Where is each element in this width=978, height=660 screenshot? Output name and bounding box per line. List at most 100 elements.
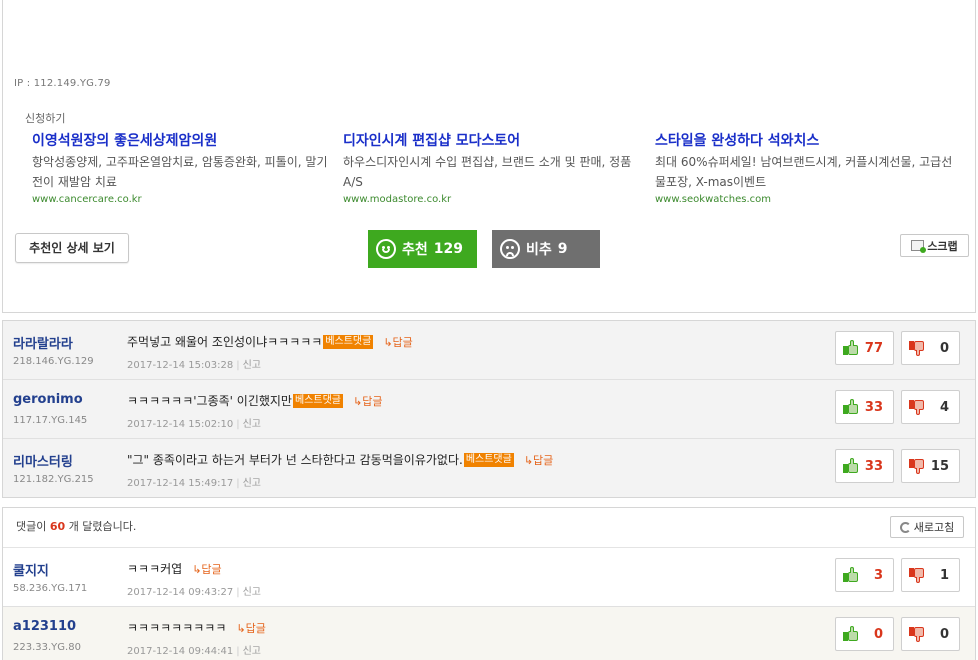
comment-meta: 2017-12-14 09:44:41 | 신고 — [127, 646, 261, 657]
frown-icon — [500, 239, 520, 259]
thumbs-down-icon — [909, 340, 925, 356]
comment-text: "그" 종족이라고 하는거 부터가 넌 스타한다고 감동먹을이유가없다. 베스트… — [127, 451, 553, 468]
ad-title[interactable]: 이영석원장의 좋은세상제암의원 — [32, 132, 332, 150]
reply-link[interactable]: ↳답글 — [524, 452, 553, 468]
ad-url[interactable]: www.cancercare.co.kr — [32, 194, 332, 205]
reply-link[interactable]: ↳답글 — [383, 334, 412, 350]
comment-row: 쿨지지 58.236.YG.171 ㅋㅋㅋ커엽 ↳답글 2017-12-14 0… — [3, 548, 975, 607]
downvote-count: 0 — [939, 340, 949, 356]
comment-nickname[interactable]: 쿨지지 — [13, 560, 49, 579]
recommend-label: 추천 — [402, 242, 428, 258]
comments-list: 댓글이 60 개 달렸습니다. 새로고침 쿨지지 58.236.YG.171 ㅋ… — [2, 507, 976, 660]
upvote-button[interactable]: 0 — [835, 617, 894, 651]
report-link[interactable]: 신고 — [243, 419, 261, 430]
report-link[interactable]: 신고 — [243, 587, 261, 598]
refresh-label: 새로고침 — [913, 521, 955, 534]
downvote-button[interactable]: 4 — [901, 390, 960, 424]
comment-body: ㅋㅋㅋ커엽 — [127, 562, 183, 576]
comment-count-text: 댓글이 60 개 달렸습니다. — [16, 518, 136, 534]
downvote-button[interactable]: 0 — [901, 331, 960, 365]
downvote-count: 0 — [939, 626, 949, 642]
downvote-button[interactable]: 1 — [901, 558, 960, 592]
comment-nickname[interactable]: 라라랄라라 — [13, 333, 73, 352]
upvote-button[interactable]: 33 — [835, 390, 894, 424]
ad-item[interactable]: 이영석원장의 좋은세상제암의원 항악성종양제, 고주파온열암치료, 암통증완화,… — [32, 132, 332, 205]
upvote-count: 33 — [864, 458, 883, 474]
scrap-button[interactable]: 스크랩 — [900, 234, 969, 257]
thumbs-up-icon — [843, 399, 859, 415]
comment-body: "그" 종족이라고 하는거 부터가 넌 스타한다고 감동먹을이유가없다. — [127, 453, 463, 467]
report-link[interactable]: 신고 — [243, 646, 261, 657]
comment-time: 2017-12-14 09:44:41 — [127, 646, 234, 657]
comment-nickname[interactable]: 리마스터링 — [13, 451, 73, 470]
upvote-count: 0 — [873, 626, 883, 642]
best-comment-row: 리마스터링 121.182.YG.215 "그" 종족이라고 하는거 부터가 넌… — [3, 439, 975, 498]
refresh-button[interactable]: 새로고침 — [890, 516, 964, 538]
recommender-detail-button[interactable]: 추천인 상세 보기 — [15, 233, 129, 263]
comment-time: 2017-12-14 15:02:10 — [127, 419, 234, 430]
comment-time: 2017-12-14 15:03:28 — [127, 360, 234, 371]
downvote-count: 4 — [939, 399, 949, 415]
thumbs-up-icon — [843, 458, 859, 474]
reply-link[interactable]: ↳답글 — [192, 561, 221, 577]
thumbs-down-icon — [909, 458, 925, 474]
thumbs-up-icon — [843, 340, 859, 356]
comment-meta: 2017-12-14 09:43:27 | 신고 — [127, 587, 261, 598]
author-ip: IP : 112.149.YG.79 — [14, 78, 111, 89]
recommend-button[interactable]: 추천 129 — [368, 230, 477, 268]
ad-url[interactable]: www.seokwatches.com — [655, 194, 955, 205]
ad-description: 항악성종양제, 고주파온열암치료, 암통증완화, 피톨이, 말기 전이 재발암 … — [32, 155, 328, 189]
upvote-button[interactable]: 77 — [835, 331, 894, 365]
downvote-count: 1 — [939, 567, 949, 583]
downvote-button[interactable]: 0 — [901, 617, 960, 651]
comment-text: ㅋㅋㅋ커엽 ↳답글 — [127, 560, 222, 577]
comment-nickname[interactable]: geronimo — [13, 392, 83, 407]
thumbs-down-icon — [909, 567, 925, 583]
comment-ip: 58.236.YG.171 — [13, 583, 88, 594]
oppose-label: 비추 — [526, 242, 552, 258]
comments-header: 댓글이 60 개 달렸습니다. 새로고침 — [3, 508, 975, 548]
comment-meta: 2017-12-14 15:02:10 | 신고 — [127, 419, 261, 430]
refresh-icon — [899, 521, 911, 533]
comment-time: 2017-12-14 09:43:27 — [127, 587, 234, 598]
comment-count: 60 — [49, 520, 66, 533]
report-link[interactable]: 신고 — [243, 360, 261, 371]
comment-nickname[interactable]: a123110 — [13, 619, 76, 634]
ad-title[interactable]: 스타일을 완성하다 석와치스 — [655, 132, 955, 150]
oppose-count: 9 — [557, 241, 568, 257]
downvote-button[interactable]: 15 — [901, 449, 960, 483]
ad-request-link[interactable]: 신청하기 — [25, 110, 65, 126]
comment-body: ㅋㅋㅋㅋㅋㅋ'그종족' 이긴했지만 — [127, 394, 292, 408]
best-comment-badge: 베스트댓글 — [463, 452, 514, 467]
ad-url[interactable]: www.modastore.co.kr — [343, 194, 643, 205]
upvote-count: 77 — [864, 340, 883, 356]
ad-description: 하우스디자인시계 수입 편집샵, 브랜드 소개 및 판매, 정품 A/S — [343, 155, 632, 189]
thumbs-down-icon — [909, 399, 925, 415]
reply-link[interactable]: ↳답글 — [353, 393, 382, 409]
thumbs-down-icon — [909, 626, 925, 642]
report-link[interactable]: 신고 — [243, 478, 261, 489]
comment-meta: 2017-12-14 15:03:28 | 신고 — [127, 360, 261, 371]
ad-title[interactable]: 디자인시계 편집샵 모다스토어 — [343, 132, 643, 150]
scrap-label: 스크랩 — [927, 239, 958, 253]
comment-ip: 218.146.YG.129 — [13, 356, 94, 367]
comment-row: a123110 223.33.YG.80 ㅋㅋㅋㅋㅋㅋㅋㅋㅋ ↳답글 2017-… — [3, 607, 975, 660]
ad-item[interactable]: 디자인시계 편집샵 모다스토어 하우스디자인시계 수입 편집샵, 브랜드 소개 … — [343, 132, 643, 205]
comment-ip: 117.17.YG.145 — [13, 415, 88, 426]
best-comment-badge: 베스트댓글 — [323, 334, 374, 349]
ad-item[interactable]: 스타일을 완성하다 석와치스 최대 60%슈퍼세일! 남여브랜드시계, 커플시계… — [655, 132, 955, 205]
upvote-button[interactable]: 3 — [835, 558, 894, 592]
comment-ip: 121.182.YG.215 — [13, 474, 94, 485]
reply-link[interactable]: ↳답글 — [236, 620, 265, 636]
best-comment-row: geronimo 117.17.YG.145 ㅋㅋㅋㅋㅋㅋ'그종족' 이긴했지만… — [3, 380, 975, 439]
comment-count-prefix: 댓글이 — [16, 520, 47, 533]
comment-text: ㅋㅋㅋㅋㅋㅋ'그종족' 이긴했지만 베스트댓글 ↳답글 — [127, 392, 382, 409]
upvote-count: 33 — [864, 399, 883, 415]
scrap-icon — [911, 240, 927, 253]
ad-description: 최대 60%슈퍼세일! 남여브랜드시계, 커플시계선물, 고급선물포장, X-m… — [655, 155, 953, 189]
oppose-button[interactable]: 비추 9 — [492, 230, 600, 268]
comment-ip: 223.33.YG.80 — [13, 642, 81, 653]
comment-text: 주먹넣고 왜울어 조인성이냐ㅋㅋㅋㅋㅋ 베스트댓글 ↳답글 — [127, 333, 413, 350]
upvote-button[interactable]: 33 — [835, 449, 894, 483]
comment-meta: 2017-12-14 15:49:17 | 신고 — [127, 478, 261, 489]
